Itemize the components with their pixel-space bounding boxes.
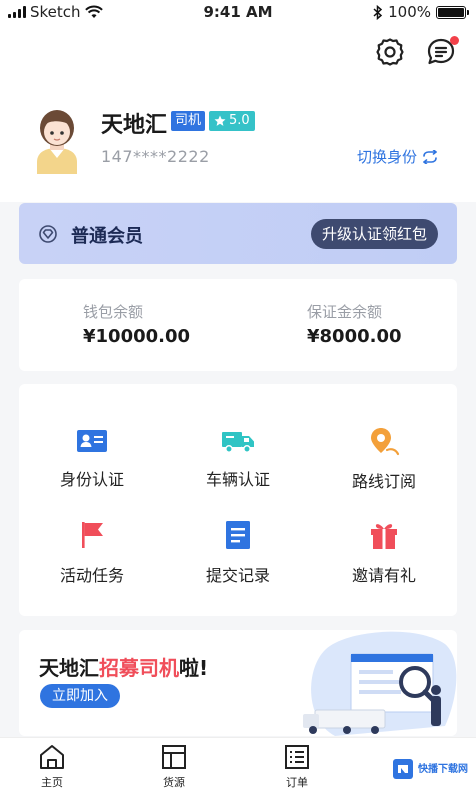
battery-label: 100% — [388, 3, 431, 21]
grid-label-identity: 身份认证 — [59, 470, 124, 489]
banner-title: 天地汇招募司机啦! — [39, 652, 208, 681]
grid-label-records: 提交记录 — [205, 566, 270, 585]
gift-icon — [371, 524, 397, 549]
battery-icon — [436, 5, 469, 19]
switch-identity-link[interactable]: 切换身份 — [357, 146, 439, 167]
rating-value: 5.0 — [229, 113, 250, 128]
recruit-illustration — [303, 631, 457, 736]
phone-number: 147****2222 — [101, 147, 210, 166]
upgrade-button[interactable]: 升级认证领红包 — [310, 219, 438, 249]
grid-item-records[interactable]: 提交记录 — [165, 520, 311, 586]
diamond-icon — [39, 225, 57, 243]
tab-cargo-label: 货源 — [163, 776, 185, 789]
tab-cargo[interactable]: 货源 — [144, 743, 204, 790]
watermark-text: 快播下载网 — [418, 763, 468, 775]
grid-label-tasks: 活动任务 — [59, 566, 124, 585]
banner-title-prefix: 天地汇 — [39, 656, 99, 680]
id-card-icon — [77, 430, 107, 452]
flag-icon — [82, 522, 103, 548]
avatar[interactable] — [28, 104, 86, 174]
switch-identity-label: 切换身份 — [357, 148, 418, 166]
status-bar: Sketch 9:41 AM 100% — [0, 0, 476, 26]
truck-icon — [222, 432, 254, 453]
grid-item-invite[interactable]: 邀请有礼 — [311, 520, 457, 586]
grid-item-vehicle[interactable]: 车辆认证 — [165, 428, 311, 490]
star-icon — [214, 115, 226, 126]
tab-home[interactable]: 主页 — [22, 743, 82, 790]
banner-title-suffix: 啦! — [179, 656, 209, 680]
document-icon — [226, 521, 250, 549]
grid-label-invite: 邀请有礼 — [351, 566, 416, 585]
watermark: 快播下载网 — [392, 755, 468, 783]
banner-title-highlight: 招募司机 — [99, 656, 179, 680]
grid-item-identity[interactable]: 身份认证 — [19, 428, 165, 490]
join-button[interactable]: 立即加入 — [40, 684, 120, 708]
route-pin-icon — [371, 428, 400, 456]
wallet-balance-value: ¥10000.00 — [83, 326, 191, 347]
home-icon — [40, 745, 64, 769]
status-right: 100% — [373, 3, 469, 21]
username: 天地汇 — [101, 113, 168, 138]
grid-item-route[interactable]: 路线订阅 — [311, 426, 457, 492]
feature-grid: 身份认证 车辆认证 路线订阅 活动任务 提交记录 邀请有礼 — [19, 384, 457, 616]
cargo-icon — [162, 745, 186, 769]
wallet-balance-label: 钱包余额 — [83, 303, 144, 321]
tab-orders-label: 订单 — [286, 776, 308, 789]
deposit-balance-label: 保证金余额 — [307, 303, 383, 321]
grid-label-route: 路线订阅 — [351, 472, 416, 491]
watermark-logo-icon — [393, 759, 413, 779]
grid-item-tasks[interactable]: 活动任务 — [19, 520, 165, 586]
deposit-balance-value: ¥8000.00 — [307, 326, 402, 347]
wallet-balance[interactable]: 钱包余额 ¥10000.00 — [83, 301, 190, 347]
role-badge: 司机 — [171, 111, 206, 131]
gear-icon[interactable] — [374, 36, 406, 68]
order-list-icon — [285, 745, 309, 769]
recruit-banner[interactable]: 天地汇招募司机啦! 立即加入 — [19, 630, 457, 736]
member-level: 普通会员 — [71, 226, 143, 247]
wallet-card: 钱包余额 ¥10000.00 保证金余额 ¥8000.00 — [19, 279, 457, 371]
tab-orders[interactable]: 订单 — [267, 743, 327, 790]
bluetooth-icon — [373, 4, 383, 20]
swap-icon — [423, 149, 437, 164]
notification-dot — [450, 36, 459, 45]
tab-home-label: 主页 — [41, 776, 63, 789]
rating-badge: 5.0 — [209, 111, 255, 131]
grid-label-vehicle: 车辆认证 — [205, 470, 270, 489]
member-card[interactable]: 普通会员 升级认证领红包 — [19, 203, 457, 264]
deposit-balance[interactable]: 保证金余额 ¥8000.00 — [307, 301, 402, 347]
